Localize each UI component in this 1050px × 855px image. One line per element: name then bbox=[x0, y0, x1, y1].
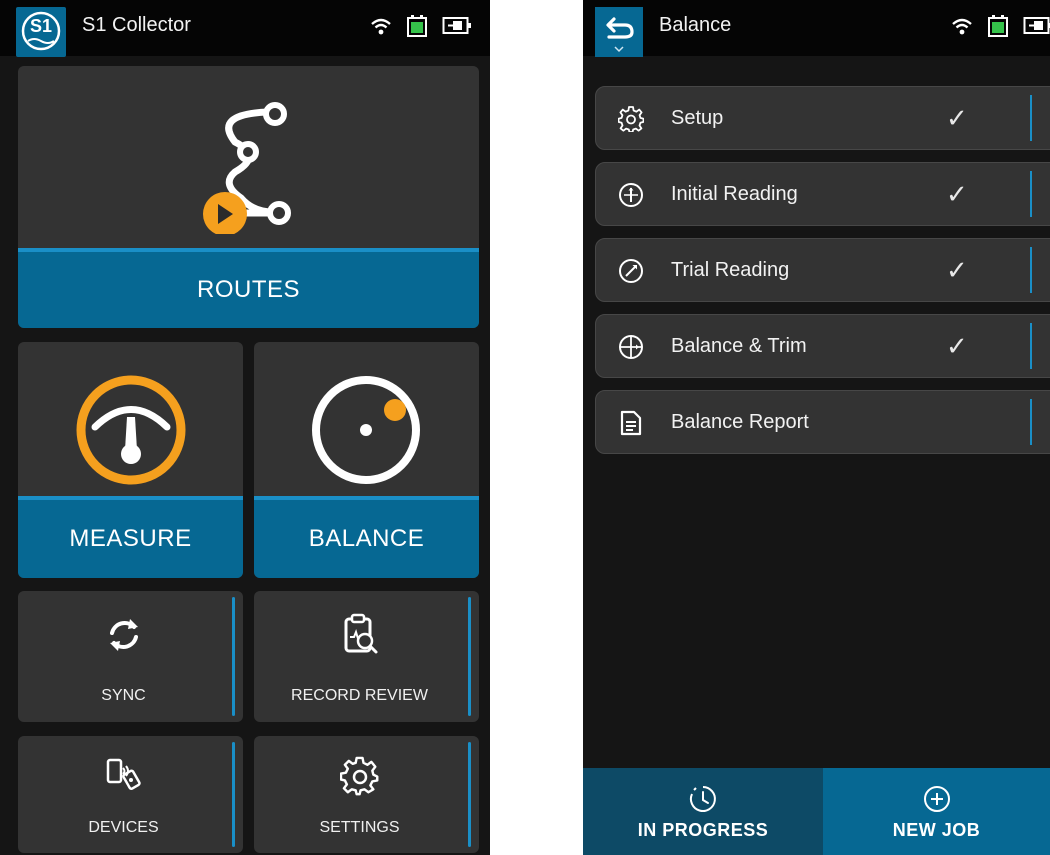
s1-logo: S1 bbox=[16, 7, 66, 57]
back-button[interactable] bbox=[595, 7, 643, 57]
clock-icon bbox=[689, 786, 716, 812]
sync-tile[interactable]: SYNC bbox=[18, 591, 243, 722]
settings-accent-bar bbox=[468, 742, 471, 847]
gauge-icon bbox=[76, 375, 186, 485]
accent-bar bbox=[1030, 171, 1032, 217]
initial-reading-icon bbox=[619, 183, 643, 207]
checkmark-icon: ✓ bbox=[946, 179, 968, 209]
wifi-icon bbox=[952, 18, 972, 35]
measure-label: MEASURE bbox=[69, 525, 192, 552]
devices-accent-bar bbox=[232, 742, 235, 847]
tab-new-job[interactable]: NEW JOB bbox=[823, 768, 1050, 855]
routes-label: ROUTES bbox=[196, 276, 300, 303]
power-plug-icon bbox=[1023, 17, 1050, 34]
clipboard-search-icon bbox=[344, 613, 377, 654]
balance-tile[interactable]: BALANCE bbox=[254, 342, 479, 578]
routes-button[interactable]: ROUTES bbox=[18, 248, 479, 328]
list-item-trial-reading[interactable]: Trial Reading ✓ bbox=[595, 238, 1050, 302]
list-item-label: Balance Report bbox=[671, 411, 809, 433]
devices-tile[interactable]: DEVICES bbox=[18, 736, 243, 853]
power-plug-icon bbox=[442, 17, 471, 34]
accent-bar bbox=[1030, 399, 1032, 445]
status-icons bbox=[951, 14, 1050, 38]
list-item-setup[interactable]: Setup ✓ bbox=[595, 86, 1050, 150]
settings-label: SETTINGS bbox=[319, 819, 400, 836]
screen-title: Balance bbox=[659, 14, 732, 36]
logo-text: S1 bbox=[29, 16, 53, 36]
devices-icon bbox=[106, 758, 141, 790]
checkmark-icon: ✓ bbox=[946, 331, 968, 361]
s1-collector-screen: S1 S1 Collector ROUTES MEASURE BALANCE S… bbox=[0, 0, 490, 855]
list-item-balance-report[interactable]: Balance Report bbox=[595, 390, 1050, 454]
sync-accent-bar bbox=[232, 597, 235, 716]
record-review-label: RECORD REVIEW bbox=[291, 687, 428, 704]
gear-icon bbox=[618, 106, 644, 132]
sync-icon bbox=[109, 619, 138, 651]
new-job-label: NEW JOB bbox=[892, 820, 981, 840]
balance-target-icon bbox=[312, 376, 420, 484]
accent-bar bbox=[1030, 323, 1032, 369]
trial-reading-icon bbox=[619, 259, 643, 283]
add-circle-icon bbox=[923, 786, 950, 812]
document-icon bbox=[620, 410, 642, 436]
list-item-label: Trial Reading bbox=[671, 259, 790, 281]
wifi-icon bbox=[371, 18, 391, 35]
list-item-label: Initial Reading bbox=[671, 183, 798, 205]
list-item-label: Setup bbox=[671, 107, 724, 129]
accent-bar bbox=[1030, 247, 1032, 293]
record-review-tile[interactable]: RECORD REVIEW bbox=[254, 591, 479, 722]
battery-icon bbox=[988, 15, 1008, 37]
list-item-initial-reading[interactable]: Initial Reading ✓ bbox=[595, 162, 1050, 226]
measure-tile[interactable]: MEASURE bbox=[18, 342, 243, 578]
measure-button[interactable]: MEASURE bbox=[18, 496, 243, 578]
list-item-balance-trim[interactable]: Balance & Trim ✓ bbox=[595, 314, 1050, 378]
tab-in-progress[interactable]: IN PROGRESS bbox=[583, 768, 823, 855]
sync-label: SYNC bbox=[101, 687, 146, 704]
checkmark-icon: ✓ bbox=[946, 255, 968, 285]
routes-tile[interactable]: ROUTES bbox=[18, 66, 479, 328]
list-item-label: Balance & Trim bbox=[671, 335, 807, 357]
back-arrow-icon bbox=[606, 17, 634, 53]
balance-label: BALANCE bbox=[308, 525, 425, 552]
status-icons bbox=[370, 14, 472, 38]
settings-tile[interactable]: SETTINGS bbox=[254, 736, 479, 853]
app-title: S1 Collector bbox=[82, 14, 191, 36]
routes-icon bbox=[203, 102, 291, 234]
devices-label: DEVICES bbox=[88, 819, 159, 836]
checkmark-icon: ✓ bbox=[946, 103, 968, 133]
in-progress-label: IN PROGRESS bbox=[637, 820, 769, 840]
balance-screen: Balance Setup ✓ Initial Reading ✓ Trial … bbox=[583, 0, 1050, 855]
crosshair-icon bbox=[619, 335, 643, 359]
balance-button[interactable]: BALANCE bbox=[254, 496, 479, 578]
gear-icon bbox=[339, 756, 378, 796]
battery-icon bbox=[407, 15, 427, 37]
status-bar: Balance bbox=[583, 0, 1050, 57]
status-bar: S1 S1 Collector bbox=[0, 0, 490, 57]
accent-bar bbox=[1030, 95, 1032, 141]
record-review-accent-bar bbox=[468, 597, 471, 716]
